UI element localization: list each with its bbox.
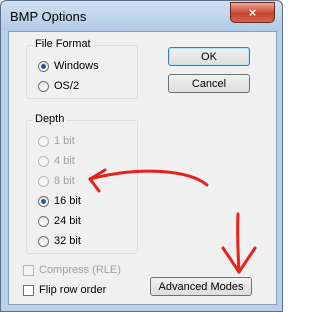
radio-windows-label: Windows: [54, 60, 99, 72]
radio-os2-indicator[interactable]: [38, 80, 49, 92]
radio-32bit-indicator[interactable]: [38, 235, 49, 247]
file-format-group: File Format Windows OS/2: [26, 38, 138, 99]
title-bar[interactable]: BMP Options ×: [1, 1, 282, 31]
radio-1bit-indicator[interactable]: [38, 135, 49, 147]
ok-button[interactable]: OK: [168, 47, 250, 66]
compress-rle-label: Compress (RLE): [39, 264, 121, 276]
radio-24bit-label: 24 bit: [54, 215, 81, 227]
flip-row-order-label: Flip row order: [39, 284, 107, 296]
compress-rle-checkbox[interactable]: Compress (RLE): [23, 262, 121, 278]
dialog-body: File Format Windows OS/2 Depth 1 bit 4 b…: [8, 31, 277, 305]
radio-32bit[interactable]: 32 bit: [38, 233, 81, 249]
radio-24bit-indicator[interactable]: [38, 215, 49, 227]
cancel-button[interactable]: Cancel: [168, 74, 250, 93]
radio-32bit-label: 32 bit: [54, 235, 81, 247]
radio-windows-indicator[interactable]: [38, 60, 49, 72]
radio-16bit-label: 16 bit: [54, 195, 81, 207]
dialog-title: BMP Options: [10, 9, 87, 24]
radio-4bit-label: 4 bit: [54, 155, 75, 167]
file-format-label: File Format: [33, 38, 93, 50]
radio-16bit[interactable]: 16 bit: [38, 193, 81, 209]
depth-group: Depth 1 bit 4 bit 8 bit 16 bit 24 bit 32…: [26, 113, 138, 254]
radio-16bit-indicator[interactable]: [38, 195, 49, 207]
radio-os2-label: OS/2: [54, 80, 80, 92]
radio-windows[interactable]: Windows: [38, 58, 99, 74]
bmp-options-dialog: BMP Options × File Format Windows OS/2 D…: [0, 0, 283, 312]
radio-4bit-indicator[interactable]: [38, 155, 49, 167]
close-button[interactable]: ×: [230, 2, 275, 23]
radio-8bit-indicator[interactable]: [38, 175, 49, 187]
flip-row-order-checkbox[interactable]: Flip row order: [23, 282, 106, 298]
radio-1bit-label: 1 bit: [54, 135, 75, 147]
radio-1bit[interactable]: 1 bit: [38, 133, 75, 149]
radio-8bit-label: 8 bit: [54, 175, 75, 187]
radio-4bit[interactable]: 4 bit: [38, 153, 75, 169]
advanced-modes-button[interactable]: Advanced Modes: [150, 277, 252, 296]
compress-rle-box[interactable]: [23, 264, 34, 276]
radio-os2[interactable]: OS/2: [38, 78, 79, 94]
radio-24bit[interactable]: 24 bit: [38, 213, 81, 229]
depth-label: Depth: [33, 113, 67, 125]
radio-8bit[interactable]: 8 bit: [38, 173, 75, 189]
close-icon: ×: [248, 5, 257, 20]
flip-row-order-box[interactable]: [23, 284, 34, 296]
